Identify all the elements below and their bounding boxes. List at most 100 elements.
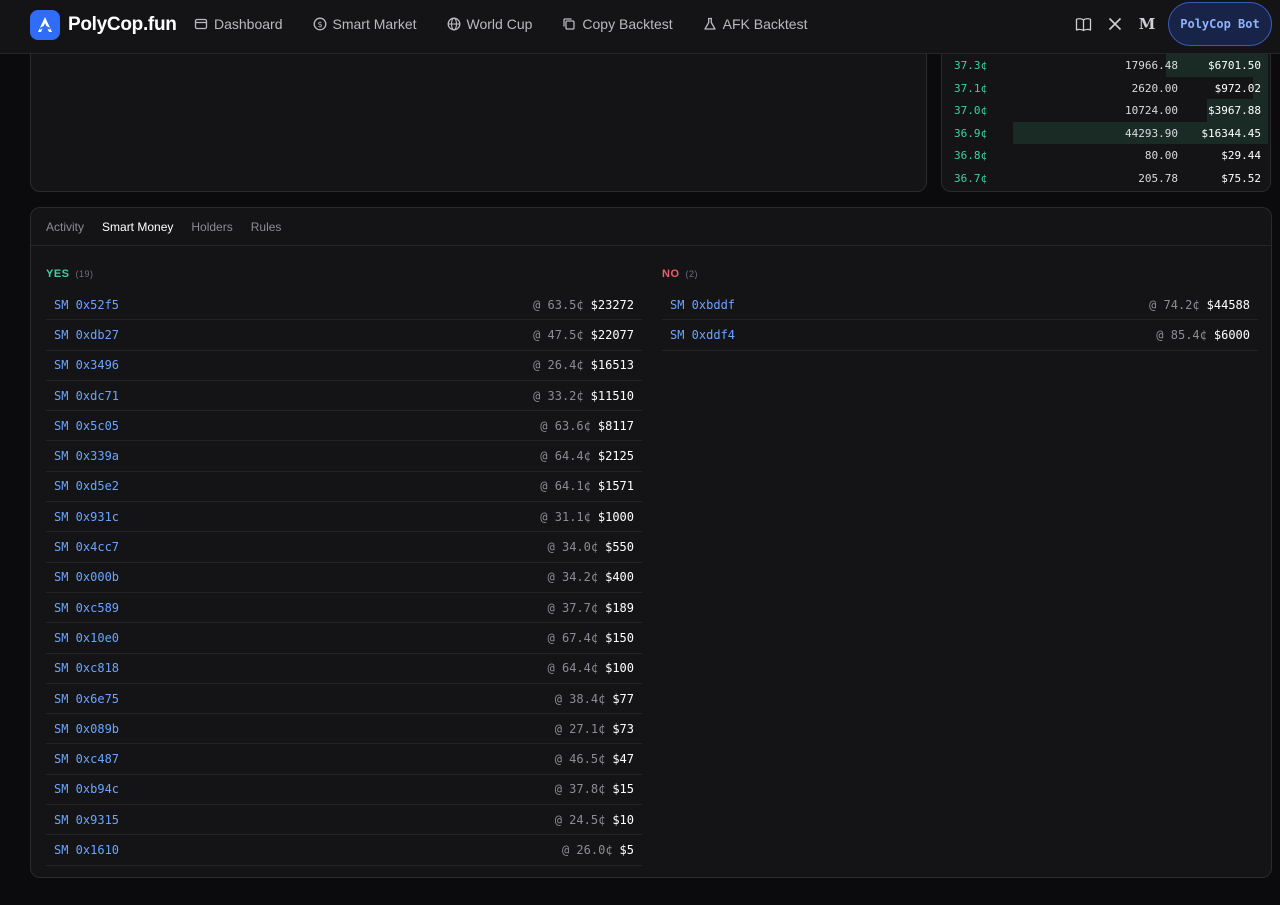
nav-afk-backtest[interactable]: AFK Backtest: [703, 16, 807, 32]
wallet-address[interactable]: SM 0xd5e2: [54, 479, 119, 493]
wallet-address[interactable]: SM 0x931c: [54, 510, 119, 524]
wallet-address[interactable]: SM 0x10e0: [54, 631, 119, 645]
nav-world-cup[interactable]: World Cup: [447, 16, 532, 32]
position-amount: $47: [612, 752, 634, 767]
tab-bar: Activity Smart Money Holders Rules: [31, 208, 1271, 246]
position-amount: $10: [612, 812, 634, 827]
wallet-address[interactable]: SM 0x4cc7: [54, 540, 119, 554]
tab-smart-money[interactable]: Smart Money: [102, 220, 173, 234]
position-amount: $150: [605, 630, 634, 645]
wallet-row[interactable]: SM 0x10e0 @ 67.4¢ $150: [46, 623, 642, 654]
no-column: NO (2) SM 0xbddf @ 74.2¢ $44588 SM 0xddf4 @ …: [662, 264, 1258, 351]
wallet-row[interactable]: SM 0x1610 @ 26.0¢ $5: [46, 835, 642, 866]
wallet-row[interactable]: SM 0x9315 @ 24.5¢ $10: [46, 805, 642, 836]
position-amount: $15: [612, 782, 634, 797]
wallet-address[interactable]: SM 0xdc71: [54, 389, 119, 403]
orderbook-total: $16344.45: [1201, 126, 1261, 140]
logo[interactable]: PolyCop.fun: [30, 10, 177, 40]
svg-text:$: $: [317, 20, 322, 29]
wallet-row[interactable]: SM 0xc818 @ 64.4¢ $100: [46, 654, 642, 684]
wallet-address[interactable]: SM 0xc589: [54, 601, 119, 615]
position-amount: $1571: [597, 479, 634, 494]
wallet-address[interactable]: SM 0x9315: [54, 813, 119, 827]
nav-smart-market[interactable]: $ Smart Market: [313, 16, 417, 32]
entry-price: @ 33.2¢: [533, 388, 584, 403]
orderbook-shares: 44293.90: [1125, 126, 1178, 140]
wallet-row[interactable]: SM 0x931c @ 31.1¢ $1000: [46, 502, 642, 533]
entry-price: @ 24.5¢: [554, 812, 606, 827]
wallet-row[interactable]: SM 0xdc71 @ 33.2¢ $11510: [46, 381, 642, 412]
wallet-row[interactable]: SM 0xc487 @ 46.5¢ $47: [46, 744, 642, 775]
tab-holders[interactable]: Holders: [191, 220, 232, 234]
x-logo-icon[interactable]: [1100, 9, 1130, 39]
orderbook-panel: 37.3¢ 17966.48 $6701.50 37.1¢ 2620.00 $9…: [941, 30, 1271, 192]
yes-list: SM 0x52f5 @ 63.5¢ $23272 SM 0xdb27 @ 47.5¢ $2…: [46, 290, 642, 866]
wallet-address[interactable]: SM 0xb94c: [54, 782, 119, 796]
position-amount: $8117: [597, 418, 634, 433]
entry-price: @ 74.2¢: [1149, 297, 1200, 312]
wallet-address[interactable]: SM 0xc818: [54, 661, 119, 675]
wallet-row[interactable]: SM 0xc589 @ 37.7¢ $189: [46, 593, 642, 624]
wallet-address[interactable]: SM 0x5c05: [54, 419, 119, 433]
wallet-address[interactable]: SM 0x339a: [54, 449, 119, 463]
price-chart-panel: [30, 30, 927, 192]
wallet-row[interactable]: SM 0x000b @ 34.2¢ $400: [46, 563, 642, 593]
medium-logo-icon[interactable]: M: [1132, 9, 1162, 39]
entry-price: @ 37.8¢: [554, 782, 606, 797]
wallet-address[interactable]: SM 0xdb27: [54, 328, 119, 342]
book-icon[interactable]: [1068, 9, 1098, 39]
tab-rules[interactable]: Rules: [251, 220, 282, 234]
yes-count: (19): [75, 269, 94, 279]
orderbook-row[interactable]: 36.8¢ 80.00 $29.44: [942, 144, 1270, 167]
yes-column: YES (19) SM 0x52f5 @ 63.5¢ $23272 SM 0xdb27…: [46, 264, 642, 866]
wallet-row[interactable]: SM 0xb94c @ 37.8¢ $15: [46, 775, 642, 806]
entry-price: @ 64.1¢: [540, 479, 591, 494]
nav-dashboard[interactable]: Dashboard: [194, 16, 283, 32]
position-amount: $189: [605, 600, 634, 615]
entry-price: @ 34.0¢: [547, 540, 599, 555]
wallet-row[interactable]: SM 0x339a @ 64.4¢ $2125: [46, 441, 642, 472]
wallet-address[interactable]: SM 0x1610: [54, 843, 119, 857]
tab-activity[interactable]: Activity: [46, 220, 84, 234]
wallet-row[interactable]: SM 0x3496 @ 26.4¢ $16513: [46, 351, 642, 381]
wallet-row[interactable]: SM 0x089b @ 27.1¢ $73: [46, 714, 642, 745]
dollar-circle-icon: $: [313, 17, 326, 31]
wallet-address[interactable]: SM 0x52f5: [54, 298, 119, 312]
orderbook-total: $29.44: [1221, 149, 1261, 162]
orderbook-row[interactable]: 36.7¢ 205.78 $75.52: [942, 167, 1270, 190]
wallet-row[interactable]: SM 0x52f5 @ 63.5¢ $23272: [46, 290, 642, 321]
wallet-address[interactable]: SM 0x3496: [54, 358, 119, 372]
wallet-address[interactable]: SM 0xc487: [54, 752, 119, 766]
position-amount: $550: [605, 540, 634, 555]
wallet-address[interactable]: SM 0x6e75: [54, 692, 119, 706]
orderbook-row[interactable]: 37.0¢ 10724.00 $3967.88: [942, 99, 1270, 122]
nav-copy-backtest[interactable]: Copy Backtest: [562, 16, 673, 32]
wallet-row[interactable]: SM 0x6e75 @ 38.4¢ $77: [46, 684, 642, 715]
position-amount: $6000: [1213, 327, 1250, 342]
wallet-address[interactable]: SM 0xbddf: [670, 298, 735, 312]
entry-price: @ 46.5¢: [554, 752, 606, 767]
entry-price: @ 26.4¢: [533, 358, 584, 373]
position-amount: $16513: [590, 358, 634, 373]
no-label: NO: [662, 268, 680, 280]
orderbook-price: 36.9¢: [954, 126, 988, 140]
polycop-bot-button[interactable]: PolyCop Bot: [1168, 2, 1272, 46]
orderbook-row[interactable]: 37.1¢ 2620.00 $972.02: [942, 76, 1270, 99]
orderbook-price: 37.3¢: [954, 59, 988, 72]
wallet-row[interactable]: SM 0xddf4 @ 85.4¢ $6000: [662, 320, 1258, 351]
entry-price: @ 63.5¢: [533, 297, 584, 312]
orderbook-row[interactable]: 36.9¢ 44293.90 $16344.45: [942, 121, 1270, 144]
wallet-row[interactable]: SM 0xd5e2 @ 64.1¢ $1571: [46, 472, 642, 503]
wallet-row[interactable]: SM 0xdb27 @ 47.5¢ $22077: [46, 320, 642, 351]
position-amount: $2125: [597, 449, 634, 464]
wallet-row[interactable]: SM 0xbddf @ 74.2¢ $44588: [662, 290, 1258, 321]
wallet-row[interactable]: SM 0x4cc7 @ 34.0¢ $550: [46, 532, 642, 563]
entry-price: @ 34.2¢: [547, 570, 599, 585]
wallet-address[interactable]: SM 0x089b: [54, 722, 119, 736]
wallet-address[interactable]: SM 0x000b: [54, 570, 119, 584]
orderbook-row[interactable]: 37.3¢ 17966.48 $6701.50: [942, 54, 1270, 77]
yes-header: YES (19): [46, 264, 642, 284]
wallet-row[interactable]: SM 0x5c05 @ 63.6¢ $8117: [46, 411, 642, 442]
orderbook-price: 37.0¢: [954, 104, 988, 117]
wallet-address[interactable]: SM 0xddf4: [670, 328, 735, 342]
